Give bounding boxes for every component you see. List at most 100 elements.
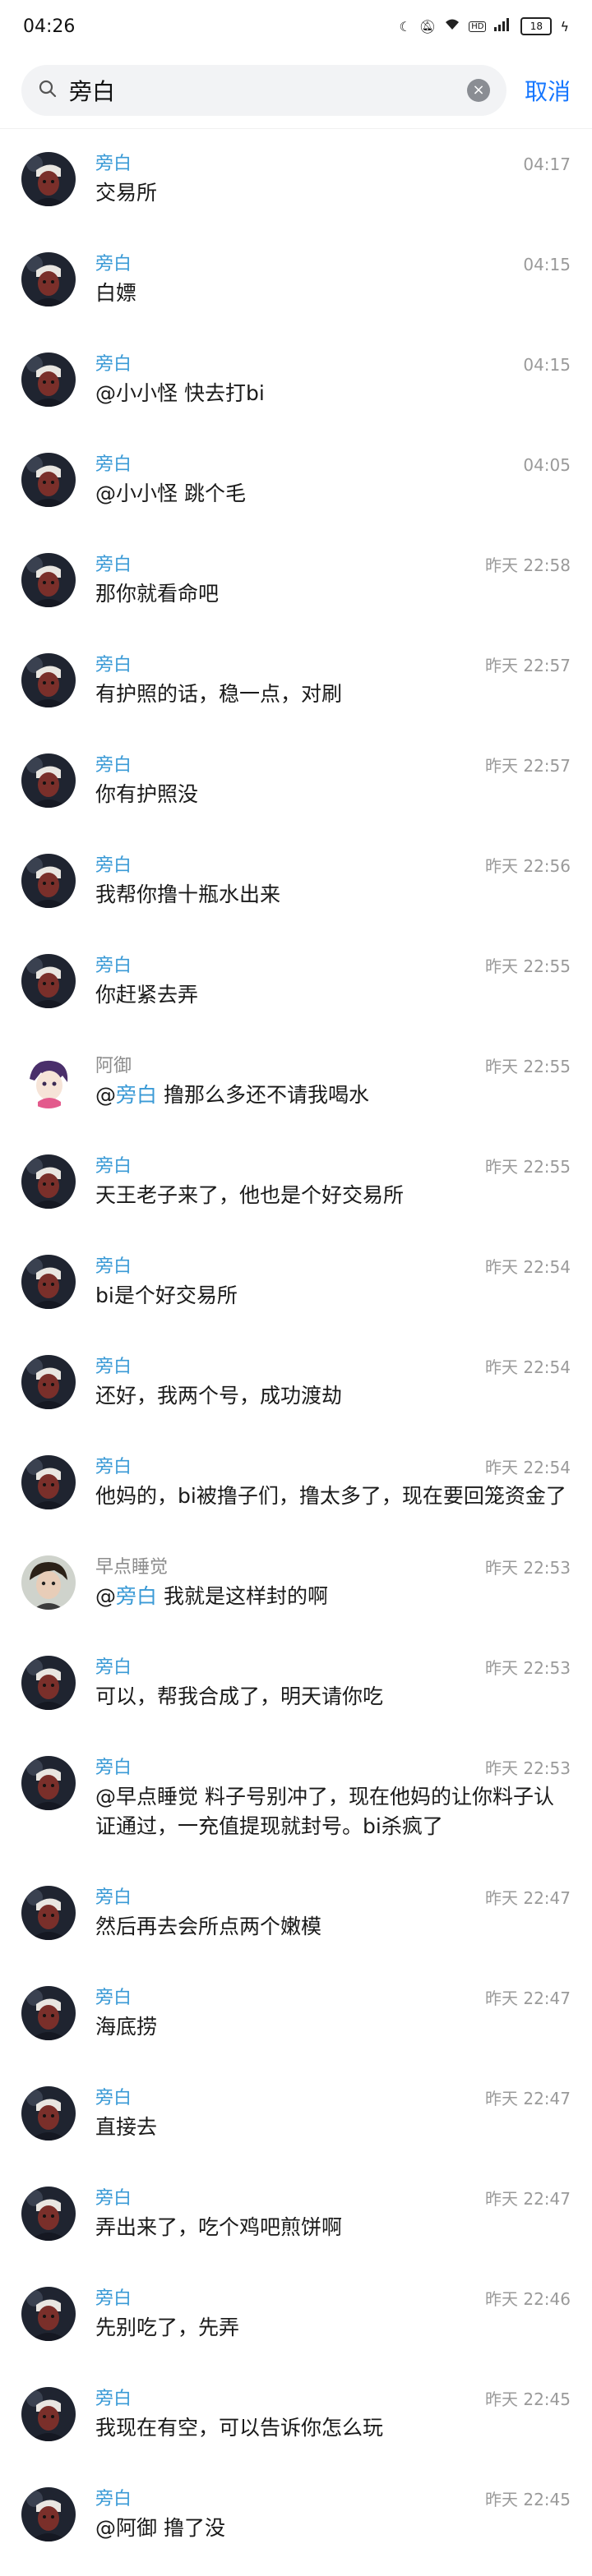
search-box[interactable]: × <box>21 65 506 116</box>
message-result-item[interactable]: 旁白 你有护照没 昨天 22:57 <box>0 742 592 842</box>
avatar[interactable] <box>21 252 76 306</box>
message-content: 旁白 白嫖 <box>95 241 571 341</box>
avatar[interactable] <box>21 954 76 1008</box>
message-result-item[interactable]: 旁白 他妈的，bi被撸子们，撸太多了，现在要回笼资金了 昨天 22:54 <box>0 1444 592 1544</box>
wifi-icon <box>444 18 460 35</box>
message-result-item[interactable]: 旁白 @小小怪 跳个毛 04:05 <box>0 441 592 541</box>
message-time: 昨天 22:47 <box>485 2089 571 2108</box>
message-content: 旁白 交易所 <box>95 141 571 241</box>
avatar[interactable] <box>21 2187 76 2241</box>
message-result-item[interactable]: 旁白 @早点睡觉 料子号别冲了，现在他妈的让你料子认证通过，一充值提现就封号。bi… <box>0 1744 592 1874</box>
message-time: 昨天 22:57 <box>485 756 571 776</box>
message-text: 交易所 <box>95 181 158 205</box>
message-result-item[interactable]: 旁白 那你就看命吧 昨天 22:58 <box>0 541 592 642</box>
signal-icon <box>494 18 512 35</box>
avatar[interactable] <box>21 1555 76 1610</box>
avatar[interactable] <box>21 1886 76 1940</box>
avatar[interactable] <box>21 2387 76 2441</box>
message-result-item[interactable]: 旁白 @小小怪 快去打bi 04:15 <box>0 341 592 441</box>
message-time: 04:05 <box>523 455 571 475</box>
sender-name: 旁白 <box>95 354 132 375</box>
cancel-button[interactable]: 取消 <box>525 74 571 107</box>
message-time: 昨天 22:55 <box>485 956 571 976</box>
message-text: 他妈的，bi被撸子们，撸太多了，现在要回笼资金了 <box>95 1484 567 1508</box>
message-result-item[interactable]: 旁白 然后再去会所点两个嫩模 昨天 22:47 <box>0 1874 592 1975</box>
sender-name: 旁白 <box>95 154 132 174</box>
message-content: 旁白 @小小怪 跳个毛 <box>95 441 571 541</box>
message-result-item[interactable]: 旁白 bi是个好交易所 昨天 22:54 <box>0 1243 592 1343</box>
avatar[interactable] <box>21 653 76 707</box>
message-time: 昨天 22:47 <box>485 1988 571 2008</box>
avatar[interactable] <box>21 753 76 808</box>
avatar[interactable] <box>21 1154 76 1209</box>
avatar[interactable] <box>21 2086 76 2141</box>
message-result-item[interactable]: 旁白 直接去 昨天 22:47 <box>0 2075 592 2175</box>
message-time: 昨天 22:45 <box>485 2490 571 2509</box>
message-time: 昨天 22:54 <box>485 1257 571 1277</box>
sender-name: 旁白 <box>95 454 132 475</box>
avatar[interactable] <box>21 1656 76 1710</box>
avatar[interactable] <box>21 453 76 507</box>
message-text: @旁白 撸那么多还不请我喝水 <box>95 1081 571 1110</box>
search-input[interactable] <box>67 76 457 105</box>
message-text: @旁白 我就是这样封的啊 <box>95 1582 571 1611</box>
message-time: 昨天 22:54 <box>485 1458 571 1477</box>
mention-prefix: @ <box>95 1584 116 1608</box>
sender-name: 旁白 <box>95 254 132 274</box>
avatar[interactable] <box>21 1455 76 1509</box>
avatar[interactable] <box>21 854 76 908</box>
message-result-item[interactable]: 阿御 @旁白 撸那么多还不请我喝水 昨天 22:55 <box>0 1043 592 1143</box>
message-text: 有护照的话，稳一点，对刷 <box>95 682 343 706</box>
message-text: 天王老子来了，他也是个好交易所 <box>95 1183 405 1207</box>
message-result-item[interactable]: 旁白 有护照的话，稳一点，对刷 昨天 22:57 <box>0 642 592 742</box>
avatar[interactable] <box>21 1054 76 1108</box>
message-time: 昨天 22:45 <box>485 2389 571 2409</box>
message-result-item[interactable]: 旁白 你赶紧去弄 昨天 22:55 <box>0 942 592 1043</box>
clock: 04:26 <box>23 16 76 37</box>
message-text: @小小怪 跳个毛 <box>95 482 246 505</box>
avatar[interactable] <box>21 553 76 607</box>
message-result-item[interactable]: 旁白 海底捞 昨天 22:47 <box>0 1975 592 2075</box>
message-result-item[interactable]: 旁白 还好，我两个号，成功渡劫 昨天 22:54 <box>0 1343 592 1444</box>
hd-icon: HD <box>469 21 487 32</box>
message-result-item[interactable]: 旁白 可以，帮我合成了，明天请你吃 昨天 22:53 <box>0 1644 592 1744</box>
message-time: 昨天 22:47 <box>485 2189 571 2209</box>
message-text: @小小怪 快去打bi <box>95 381 265 405</box>
message-text: 你赶紧去弄 <box>95 983 199 1007</box>
message-text: 白嫖 <box>95 281 137 305</box>
avatar[interactable] <box>21 2287 76 2341</box>
message-text: 先别吃了，先弄 <box>95 2316 240 2339</box>
message-result-item[interactable]: 旁白 白嫖 04:15 <box>0 241 592 341</box>
avatar[interactable] <box>21 353 76 407</box>
avatar[interactable] <box>21 1255 76 1309</box>
message-time: 04:15 <box>523 355 571 375</box>
message-result-item[interactable]: 旁白 交易所 04:17 <box>0 141 592 241</box>
avatar[interactable] <box>21 1756 76 1810</box>
battery-level: 18 <box>530 21 543 32</box>
message-result-item[interactable]: 旁白 我现在有空，可以告诉你怎么玩 昨天 22:45 <box>0 2376 592 2476</box>
avatar[interactable] <box>21 2487 76 2541</box>
message-time: 昨天 22:55 <box>485 1157 571 1177</box>
search-result-list: 旁白 交易所 04:17 旁白 白嫖 04:15 旁白 @小小怪 快去打bi 04:15 旁白 @小… <box>0 129 592 2576</box>
message-time: 昨天 22:55 <box>485 1057 571 1076</box>
message-time: 昨天 22:53 <box>485 1558 571 1578</box>
message-result-item[interactable]: 旁白 天王老子来了，他也是个好交易所 昨天 22:55 <box>0 1143 592 1243</box>
message-result-item[interactable]: 旁白 我帮你撸十瓶水出来 昨天 22:56 <box>0 842 592 942</box>
message-body: 我就是这样封的啊 <box>157 1584 328 1608</box>
message-result-item[interactable]: 旁白 先别吃了，先弄 昨天 22:46 <box>0 2275 592 2376</box>
avatar[interactable] <box>21 152 76 206</box>
message-text: 你有护照没 <box>95 782 199 806</box>
message-result-item[interactable]: 旁白 弄出来了，吃个鸡吧煎饼啊 昨天 22:47 <box>0 2175 592 2275</box>
message-result-item[interactable]: 旁白 @阿御 撸了没 昨天 22:45 <box>0 2476 592 2576</box>
search-bar: × 取消 <box>0 53 592 129</box>
message-result-item[interactable]: 早点睡觉 @旁白 我就是这样封的啊 昨天 22:53 <box>0 1544 592 1644</box>
avatar[interactable] <box>21 1355 76 1409</box>
message-time: 昨天 22:54 <box>485 1357 571 1377</box>
clear-icon[interactable]: × <box>466 79 490 102</box>
avatar[interactable] <box>21 1986 76 2040</box>
message-text: 可以，帮我合成了，明天请你吃 <box>95 1684 384 1708</box>
status-icons: ☾ 🔕︎ HD 18 ϟ <box>400 17 569 35</box>
mute-bell-icon: 🔕︎ <box>419 18 437 35</box>
message-time: 昨天 22:58 <box>485 555 571 575</box>
search-icon <box>38 79 58 102</box>
